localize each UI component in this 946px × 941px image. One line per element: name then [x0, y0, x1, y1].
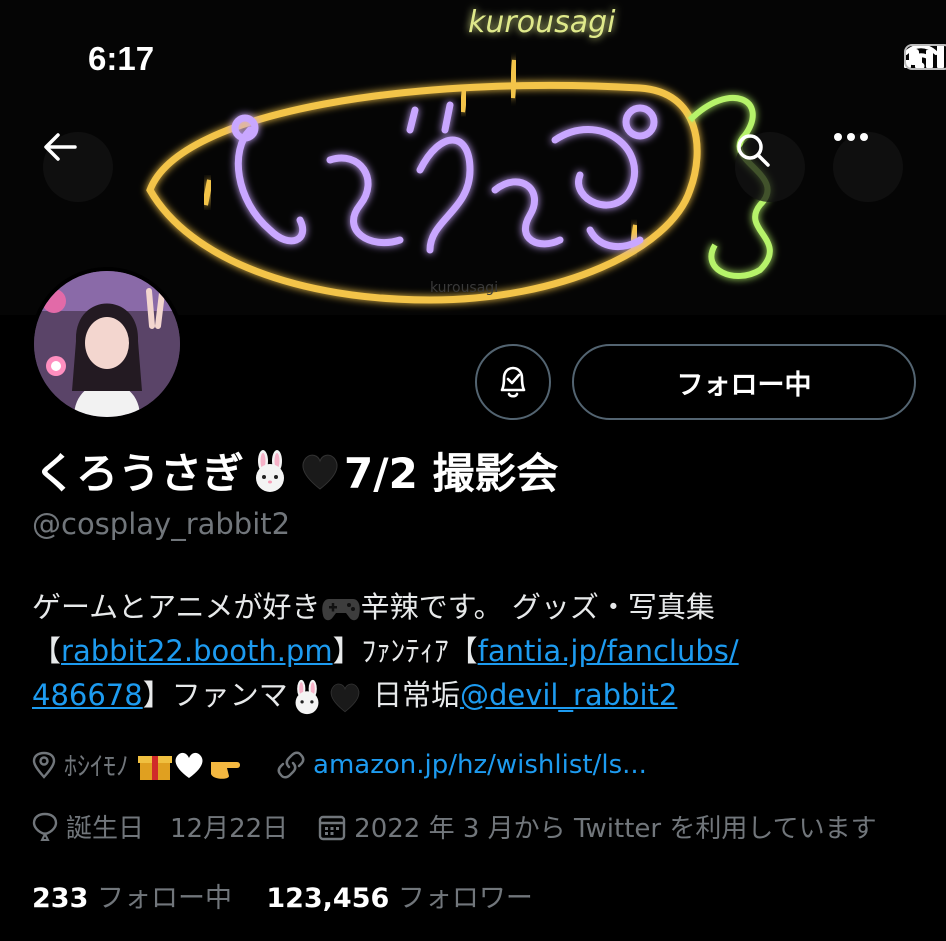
booth-link[interactable]: rabbit22.booth.pm — [61, 634, 333, 668]
location-pin-icon — [32, 751, 56, 779]
more-dots-icon — [834, 133, 868, 141]
search-icon — [737, 134, 770, 167]
gift-heart-pointing-emojis — [138, 752, 241, 780]
bio-text-4: 】ファンマ — [142, 678, 288, 712]
back-arrow-icon — [44, 133, 77, 161]
location-text: ﾎｼｲﾓﾉ — [64, 752, 130, 782]
avatar-photo — [34, 271, 180, 417]
game-controller-icon — [321, 599, 360, 621]
more-button[interactable] — [833, 132, 903, 202]
fantia-link-continued[interactable]: 486678 — [32, 678, 143, 712]
rabbit-emoji-icon — [256, 449, 285, 492]
banner-small-text: kurousagi — [430, 280, 498, 296]
profile-meta-row-2: 誕生日 12月22日 2022 年 3 月から Twitter を利用しています — [32, 808, 907, 845]
joined-text: 2022 年 3 月から Twitter を利用しています — [354, 814, 877, 844]
followers-label: フォロワー — [397, 883, 533, 914]
user-handle: @cosplay_rabbit2 — [32, 507, 291, 541]
website-link[interactable]: amazon.jp/hz/wishlist/ls... — [313, 750, 647, 780]
website-item[interactable]: amazon.jp/hz/wishlist/ls... — [277, 750, 647, 780]
display-name-text: くろうさぎ — [34, 449, 245, 498]
banner-script-text: kurousagi — [468, 5, 616, 40]
status-time: 6:17 — [88, 40, 155, 77]
notification-bell-button[interactable] — [475, 344, 551, 420]
bell-check-icon — [500, 366, 526, 398]
balloon-icon — [32, 812, 58, 841]
calendar-icon — [318, 815, 346, 840]
bio-text-5: 日常垢 — [363, 678, 460, 712]
fantia-link[interactable]: fantia.jp/fanclubs/ — [478, 634, 739, 668]
location-item: ﾎｼｲﾓﾉ — [32, 746, 247, 783]
black-heart-icon — [330, 683, 360, 713]
birthday-item: 誕生日 12月22日 — [32, 808, 288, 845]
profile-banner[interactable]: kurousagi kurousagi 6:17 — [0, 0, 946, 315]
followers-count: 123,456 — [266, 883, 390, 914]
black-heart-icon — [302, 454, 338, 490]
link-icon — [277, 751, 305, 778]
rabbit-emoji-icon — [295, 679, 319, 715]
following-count: 233 — [32, 883, 89, 914]
mention-link[interactable]: @devil_rabbit2 — [460, 678, 677, 712]
bio: ゲームとアニメが好き 辛辣です。 グッズ・写真集 【rabbit22.booth… — [32, 585, 912, 717]
bio-text-2: 辛辣です。 グッズ・写真集 — [360, 590, 715, 624]
follow-stats: 233 フォロー中 123,456 フォロワー — [32, 876, 533, 915]
search-button[interactable] — [735, 132, 805, 202]
display-name-suffix: 7/2 撮影会 — [344, 449, 559, 498]
back-button[interactable] — [43, 132, 113, 202]
birthday-text: 誕生日 12月22日 — [66, 814, 289, 844]
bio-bracket-1: 【 — [32, 634, 62, 668]
followers-stat[interactable]: 123,456 フォロワー — [266, 883, 533, 914]
avatar[interactable] — [30, 267, 184, 421]
profile-meta-row-1: ﾎｼｲﾓﾉ amazon.jp/hz/wishlist/ls... — [32, 746, 677, 783]
bio-text-1: ゲームとアニメが好き — [32, 590, 321, 624]
following-button[interactable]: フォロー中 — [572, 344, 916, 420]
display-name: くろうさぎ 7/2 撮影会 — [34, 440, 558, 501]
joined-item: 2022 年 3 月から Twitter を利用しています — [318, 808, 877, 845]
bio-text-3: 】ﾌｧﾝﾃｨｱ【 — [332, 634, 478, 668]
following-stat[interactable]: 233 フォロー中 — [32, 883, 232, 914]
following-label: フォロー中 — [96, 883, 232, 914]
battery-icon — [904, 44, 946, 70]
